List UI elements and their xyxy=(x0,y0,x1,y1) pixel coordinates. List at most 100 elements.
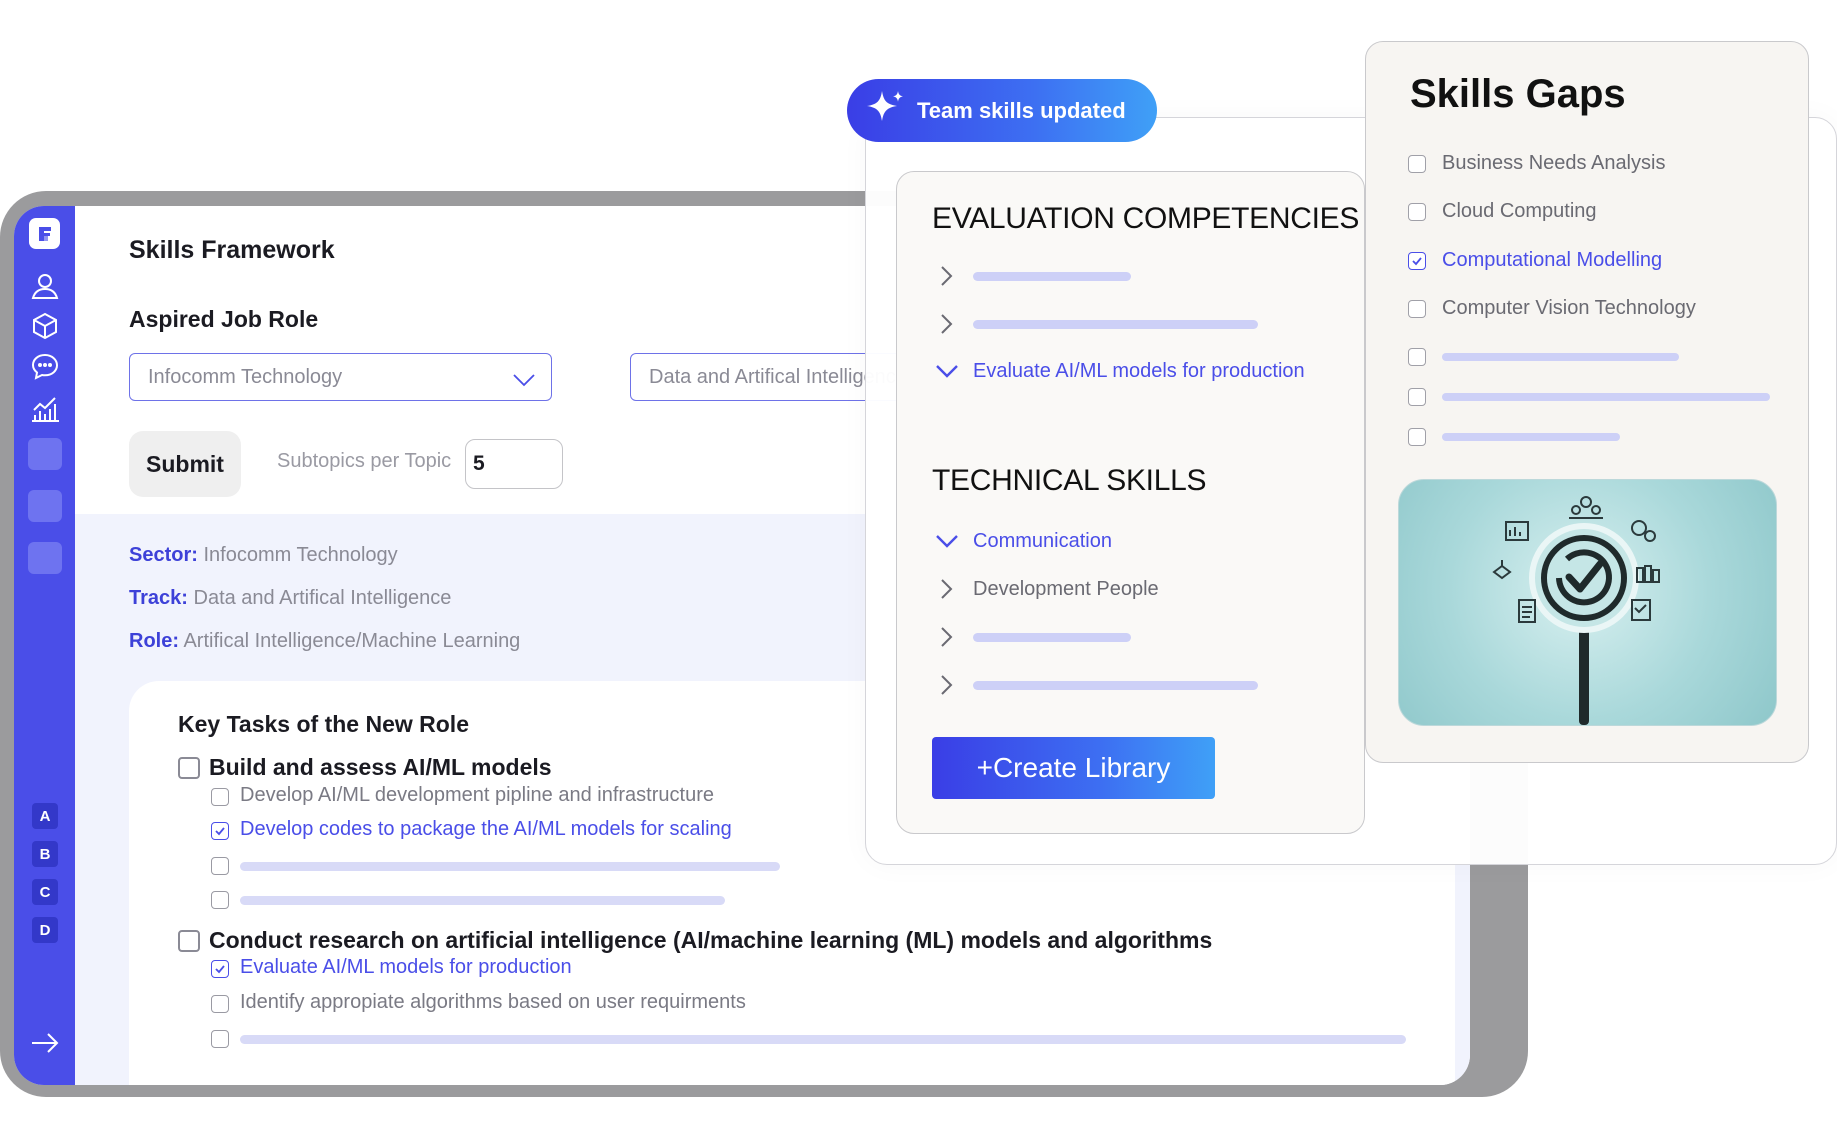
subtask-checkbox[interactable] xyxy=(211,995,229,1013)
sidebar-letter-b[interactable]: B xyxy=(32,841,58,867)
aspired-job-role-label: Aspired Job Role xyxy=(129,306,319,332)
sector-select[interactable]: Infocomm Technology xyxy=(129,353,552,401)
subtopics-label: Subtopics per Topic xyxy=(277,450,452,472)
chevron-right-icon xyxy=(935,577,959,601)
subtask-label: Identify appropiate algorithms based on … xyxy=(240,991,746,1013)
check-icon xyxy=(215,827,225,836)
placeholder-bar xyxy=(1442,393,1770,401)
technical-skill-row[interactable]: Development People xyxy=(935,577,1159,601)
skill-gap-checkbox[interactable] xyxy=(1408,299,1426,318)
role-key: Role: xyxy=(129,630,179,652)
skill-gap-item[interactable] xyxy=(1408,388,1770,406)
skill-gap-label: Business Needs Analysis xyxy=(1442,152,1666,174)
sidebar-letter-c[interactable]: C xyxy=(32,879,58,905)
skill-gap-label: Cloud Computing xyxy=(1442,200,1597,222)
skill-gap-item[interactable] xyxy=(1408,348,1679,366)
cube-icon[interactable] xyxy=(28,309,62,343)
sidebar-letter-a[interactable]: A xyxy=(32,803,58,829)
chevron-down-icon xyxy=(935,529,959,553)
chart-icon[interactable] xyxy=(28,391,62,425)
task-heading: Build and assess AI/ML models xyxy=(209,754,552,780)
sector-value: Infocomm Technology xyxy=(203,544,398,566)
technical-skill-label: Communication xyxy=(973,529,1112,552)
placeholder-bar xyxy=(240,1035,1406,1044)
subtask-checkbox-checked[interactable] xyxy=(211,822,229,840)
chevron-right-icon xyxy=(935,673,959,697)
track-key: Track: xyxy=(129,587,188,609)
skill-gap-item[interactable]: Cloud Computing xyxy=(1408,200,1597,223)
key-tasks-title: Key Tasks of the New Role xyxy=(178,711,469,737)
sidebar-block-1[interactable] xyxy=(28,438,62,470)
competency-row-expanded[interactable]: Evaluate AI/ML models for production xyxy=(935,359,1305,383)
chevron-down-icon xyxy=(513,370,535,393)
skill-gap-label: Computational Modelling xyxy=(1442,249,1663,271)
competency-label: Evaluate AI/ML models for production xyxy=(973,359,1305,382)
sidebar-block-3[interactable] xyxy=(28,542,62,574)
subtask-label: Evaluate AI/ML models for production xyxy=(240,956,572,978)
placeholder-bar xyxy=(1442,353,1679,361)
technical-skills-title: TECHNICAL SKILLS xyxy=(932,464,1207,497)
task-checkbox[interactable] xyxy=(178,757,200,779)
task-checkbox[interactable] xyxy=(178,930,200,952)
sector-select-value: Infocomm Technology xyxy=(148,366,343,388)
placeholder-bar xyxy=(1442,433,1620,441)
check-icon xyxy=(1412,256,1422,265)
subtask-checkbox[interactable] xyxy=(211,857,229,875)
placeholder-bar xyxy=(973,680,1258,690)
placeholder-bar xyxy=(240,896,725,905)
skill-gap-checkbox[interactable] xyxy=(1408,348,1426,366)
skill-gap-checkbox-checked[interactable] xyxy=(1408,251,1426,270)
create-library-button[interactable]: +Create Library xyxy=(932,737,1215,799)
page-title: Skills Framework xyxy=(129,236,335,264)
placeholder-bar xyxy=(240,862,780,871)
logo-icon[interactable] xyxy=(29,218,60,249)
check-icon xyxy=(215,965,225,974)
skill-gap-checkbox[interactable] xyxy=(1408,154,1426,173)
sidebar-letter-d[interactable]: D xyxy=(32,917,58,943)
chevron-right-icon xyxy=(935,625,959,649)
notification-label: Team skills updated xyxy=(917,97,1126,123)
team-skills-updated-notification[interactable]: Team skills updated xyxy=(847,79,1157,142)
skills-gaps-card: Skills Gaps Business Needs Analysis Clou… xyxy=(1365,41,1809,763)
arrow-right-icon[interactable] xyxy=(28,1026,62,1060)
chevron-down-icon xyxy=(935,359,959,383)
skill-gap-item-selected[interactable]: Computational Modelling xyxy=(1408,249,1662,272)
chevron-right-icon xyxy=(935,264,959,288)
technical-skill-row[interactable] xyxy=(935,673,1258,697)
subtask-checkbox-checked[interactable] xyxy=(211,960,229,978)
skill-gap-label: Computer Vision Technology xyxy=(1442,297,1696,319)
skill-gap-checkbox[interactable] xyxy=(1408,202,1426,221)
subtopics-input[interactable]: 5 xyxy=(465,439,563,489)
magnifier-check-icon xyxy=(1492,496,1660,725)
evaluation-card: EVALUATION COMPETENCIES Evaluate AI/ML m… xyxy=(896,171,1365,834)
competency-row[interactable] xyxy=(935,312,1258,336)
skill-gap-item[interactable]: Business Needs Analysis xyxy=(1408,152,1665,175)
subtask-label: Develop codes to package the AI/ML model… xyxy=(240,818,732,840)
subtask-checkbox[interactable] xyxy=(211,891,229,909)
skill-gap-item[interactable] xyxy=(1408,428,1620,446)
skills-gaps-illustration xyxy=(1398,479,1777,726)
skills-gaps-title: Skills Gaps xyxy=(1410,72,1626,116)
skill-gap-item[interactable]: Computer Vision Technology xyxy=(1408,297,1696,320)
subtask-checkbox[interactable] xyxy=(211,1030,229,1048)
role-info: Role: Artifical Intelligence/Machine Lea… xyxy=(129,630,520,653)
skill-gap-checkbox[interactable] xyxy=(1408,388,1426,406)
placeholder-bar xyxy=(973,319,1258,329)
chevron-right-icon xyxy=(935,312,959,336)
chat-icon[interactable] xyxy=(28,349,62,383)
placeholder-bar xyxy=(973,271,1131,281)
subtask-checkbox[interactable] xyxy=(211,788,229,806)
task-heading: Conduct research on artificial intellige… xyxy=(209,927,1213,953)
role-value: Artifical Intelligence/Machine Learning xyxy=(183,630,521,652)
track-value: Data and Artifical Intelligence xyxy=(193,587,452,609)
sidebar-block-2[interactable] xyxy=(28,490,62,522)
technical-skill-row-expanded[interactable]: Communication xyxy=(935,529,1112,553)
user-icon[interactable] xyxy=(28,269,62,303)
skill-gap-checkbox[interactable] xyxy=(1408,428,1426,446)
submit-button[interactable]: Submit xyxy=(129,431,241,497)
competency-row[interactable] xyxy=(935,264,1131,288)
track-info: Track: Data and Artifical Intelligence xyxy=(129,587,451,610)
sparkle-icon xyxy=(861,87,907,139)
sector-key: Sector: xyxy=(129,544,198,566)
technical-skill-row[interactable] xyxy=(935,625,1131,649)
